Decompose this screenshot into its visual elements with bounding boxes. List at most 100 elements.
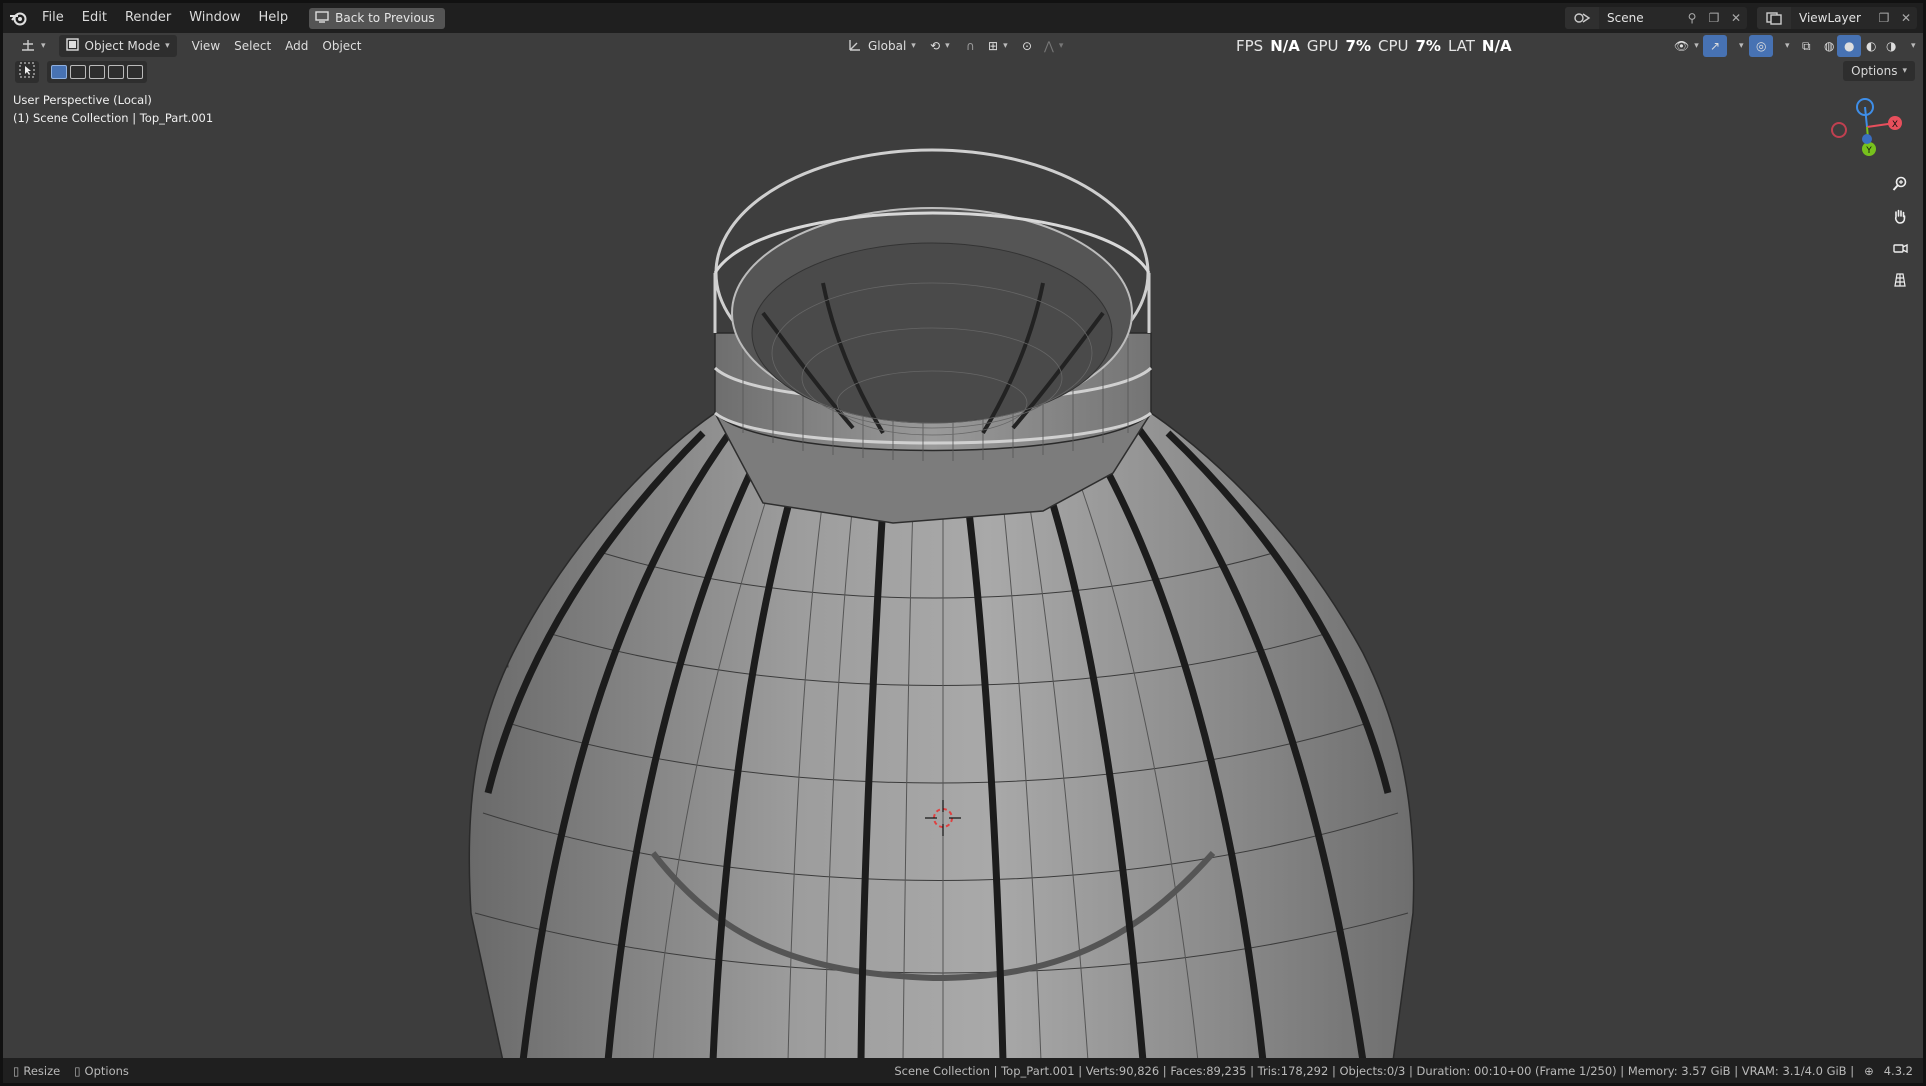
delete-view-layer-icon[interactable]: ✕: [1895, 7, 1917, 29]
lat-label: LAT: [1447, 37, 1475, 55]
y-axis-label: Y: [1865, 146, 1872, 156]
negative-x-axis-handle: [1831, 122, 1847, 138]
status-resize-hint: ▯ Resize: [13, 1064, 60, 1078]
gizmos-dropdown[interactable]: ▾: [1727, 35, 1751, 57]
new-scene-icon[interactable]: ❐: [1703, 7, 1725, 29]
options-label: Options: [1851, 64, 1898, 78]
cpu-label: CPU: [1377, 37, 1409, 55]
set-new-selection-icon[interactable]: [51, 65, 67, 79]
pan-hand-icon[interactable]: [1887, 203, 1913, 229]
pivot-point-dropdown[interactable]: ⟲ ▾: [923, 35, 957, 57]
delete-scene-icon[interactable]: ✕: [1725, 7, 1747, 29]
top-menubar: File Edit Render Window Help Back to Pre…: [3, 3, 1923, 33]
mouse-right-icon: ▯: [74, 1063, 81, 1078]
menu-window[interactable]: Window: [180, 3, 249, 33]
selection-mode-group: [47, 61, 147, 83]
falloff-curve-icon: ⋀: [1044, 39, 1054, 53]
transform-orientation-dropdown[interactable]: Global ▾: [841, 35, 923, 57]
xray-icon: ⧉: [1802, 38, 1811, 53]
network-globe-icon: ⊕: [1864, 1063, 1874, 1078]
mouse-left-icon: ▯: [13, 1063, 20, 1078]
pin-icon[interactable]: ⚲: [1681, 7, 1703, 29]
performance-stats: FPS N/A GPU 7% CPU 7% LAT N/A: [1236, 33, 1512, 59]
camera-view-icon[interactable]: [1887, 235, 1913, 261]
active-tool-button[interactable]: [15, 61, 39, 83]
lat-value: N/A: [1481, 37, 1512, 55]
menu-object[interactable]: Object: [315, 35, 368, 57]
selectability-visibility-dropdown[interactable]: 👁 ▾: [1667, 35, 1706, 57]
shading-solid[interactable]: ●: [1837, 35, 1862, 57]
active-collection-label: (1) Scene Collection | Top_Part.001: [13, 111, 214, 125]
editor-type-button[interactable]: ▾: [13, 35, 53, 57]
gpu-value: 7%: [1345, 37, 1371, 55]
menu-add[interactable]: Add: [278, 35, 315, 57]
wireframe-sphere-icon: ◍: [1824, 39, 1835, 53]
status-bar: ▯ Resize ▯ Options Scene Collection | Top_…: [3, 1058, 1923, 1083]
scene-icon: [1565, 7, 1599, 29]
pivot-icon: ⟲: [930, 39, 941, 53]
object-mode-dropdown[interactable]: Object Mode ▾: [58, 35, 177, 57]
shading-dropdown[interactable]: ▾: [1899, 35, 1923, 57]
magnet-icon: ∩: [966, 39, 975, 53]
solid-sphere-icon: ●: [1844, 39, 1855, 53]
options-dropdown[interactable]: Options ▾: [1843, 61, 1915, 81]
back-to-previous-button[interactable]: Back to Previous: [309, 7, 445, 29]
snap-toggle[interactable]: ∩: [959, 35, 982, 57]
3d-viewport[interactable]: ▾ Object Mode ▾ View Select Add Object Gl…: [3, 33, 1923, 1061]
zoom-icon[interactable]: [1887, 171, 1913, 197]
xray-toggle[interactable]: ⧉: [1795, 35, 1818, 57]
blender-logo-icon[interactable]: [3, 3, 33, 33]
menu-edit[interactable]: Edit: [73, 3, 116, 33]
material-sphere-icon: ◐: [1866, 39, 1877, 53]
view-layer-icon: [1757, 7, 1791, 29]
back-to-previous-label: Back to Previous: [335, 11, 435, 25]
overlays-toggle[interactable]: ◎: [1749, 35, 1774, 57]
select-cursor-icon: [19, 62, 35, 82]
object-mode-label: Object Mode: [84, 39, 161, 53]
scene-name[interactable]: Scene: [1599, 11, 1681, 25]
blender-version: 4.3.2: [1883, 1063, 1913, 1078]
gizmos-toggle[interactable]: ↗: [1703, 35, 1728, 57]
navigation-gizmo[interactable]: X Y: [1827, 87, 1907, 167]
scene-selector[interactable]: Scene ⚲ ❐ ✕: [1565, 7, 1747, 29]
falloff-dropdown[interactable]: ⋀ ▾: [1037, 35, 1070, 57]
status-options-label: Options: [84, 1063, 129, 1078]
status-resize-label: Resize: [23, 1063, 61, 1078]
menu-render[interactable]: Render: [116, 3, 180, 33]
cpu-value: 7%: [1415, 37, 1441, 55]
cube-icon: [65, 38, 79, 54]
scene-statistics: Scene Collection | Top_Part.001 | Verts:…: [894, 1063, 1855, 1078]
overlays-icon: ◎: [1756, 39, 1767, 53]
invert-selection-icon[interactable]: [108, 65, 124, 79]
rendered-sphere-icon: ◑: [1886, 39, 1897, 53]
eye-cursor-icon: 👁: [1674, 39, 1690, 53]
subtract-selection-icon[interactable]: [89, 65, 105, 79]
tool-row: [15, 61, 147, 83]
menu-view[interactable]: View: [185, 35, 227, 57]
perspective-ortho-grid-icon[interactable]: [1887, 267, 1913, 293]
fps-value: N/A: [1270, 37, 1300, 55]
overlays-dropdown[interactable]: ▾: [1773, 35, 1797, 57]
extend-selection-icon[interactable]: [70, 65, 86, 79]
status-options-hint: ▯ Options: [74, 1064, 129, 1078]
blender-window: File Edit Render Window Help Back to Pre…: [0, 0, 1926, 1086]
proportional-editing-icon: ⊙: [1022, 39, 1033, 53]
snap-increment-icon: ⊞: [988, 39, 999, 53]
menu-help[interactable]: Help: [250, 3, 298, 33]
intersect-selection-icon[interactable]: [127, 65, 143, 79]
proportional-editing-toggle[interactable]: ⊙: [1015, 35, 1039, 57]
orientation-label: Global: [868, 39, 907, 53]
orientation-icon: [848, 38, 862, 55]
view-layer-selector[interactable]: ViewLayer ❐ ✕: [1757, 7, 1917, 29]
gpu-label: GPU: [1306, 37, 1339, 55]
new-view-layer-icon[interactable]: ❐: [1873, 7, 1895, 29]
screen-icon: [315, 10, 329, 26]
x-axis-label: X: [1892, 120, 1898, 130]
view-layer-name[interactable]: ViewLayer: [1791, 11, 1873, 25]
navigation-tools: [1887, 171, 1913, 293]
snap-target-dropdown[interactable]: ⊞ ▾: [981, 35, 1015, 57]
menu-select[interactable]: Select: [227, 35, 278, 57]
gizmo-icon: ↗: [1710, 39, 1721, 53]
bottle-mesh-wireframe: [468, 148, 1415, 1061]
menu-file[interactable]: File: [33, 3, 73, 33]
